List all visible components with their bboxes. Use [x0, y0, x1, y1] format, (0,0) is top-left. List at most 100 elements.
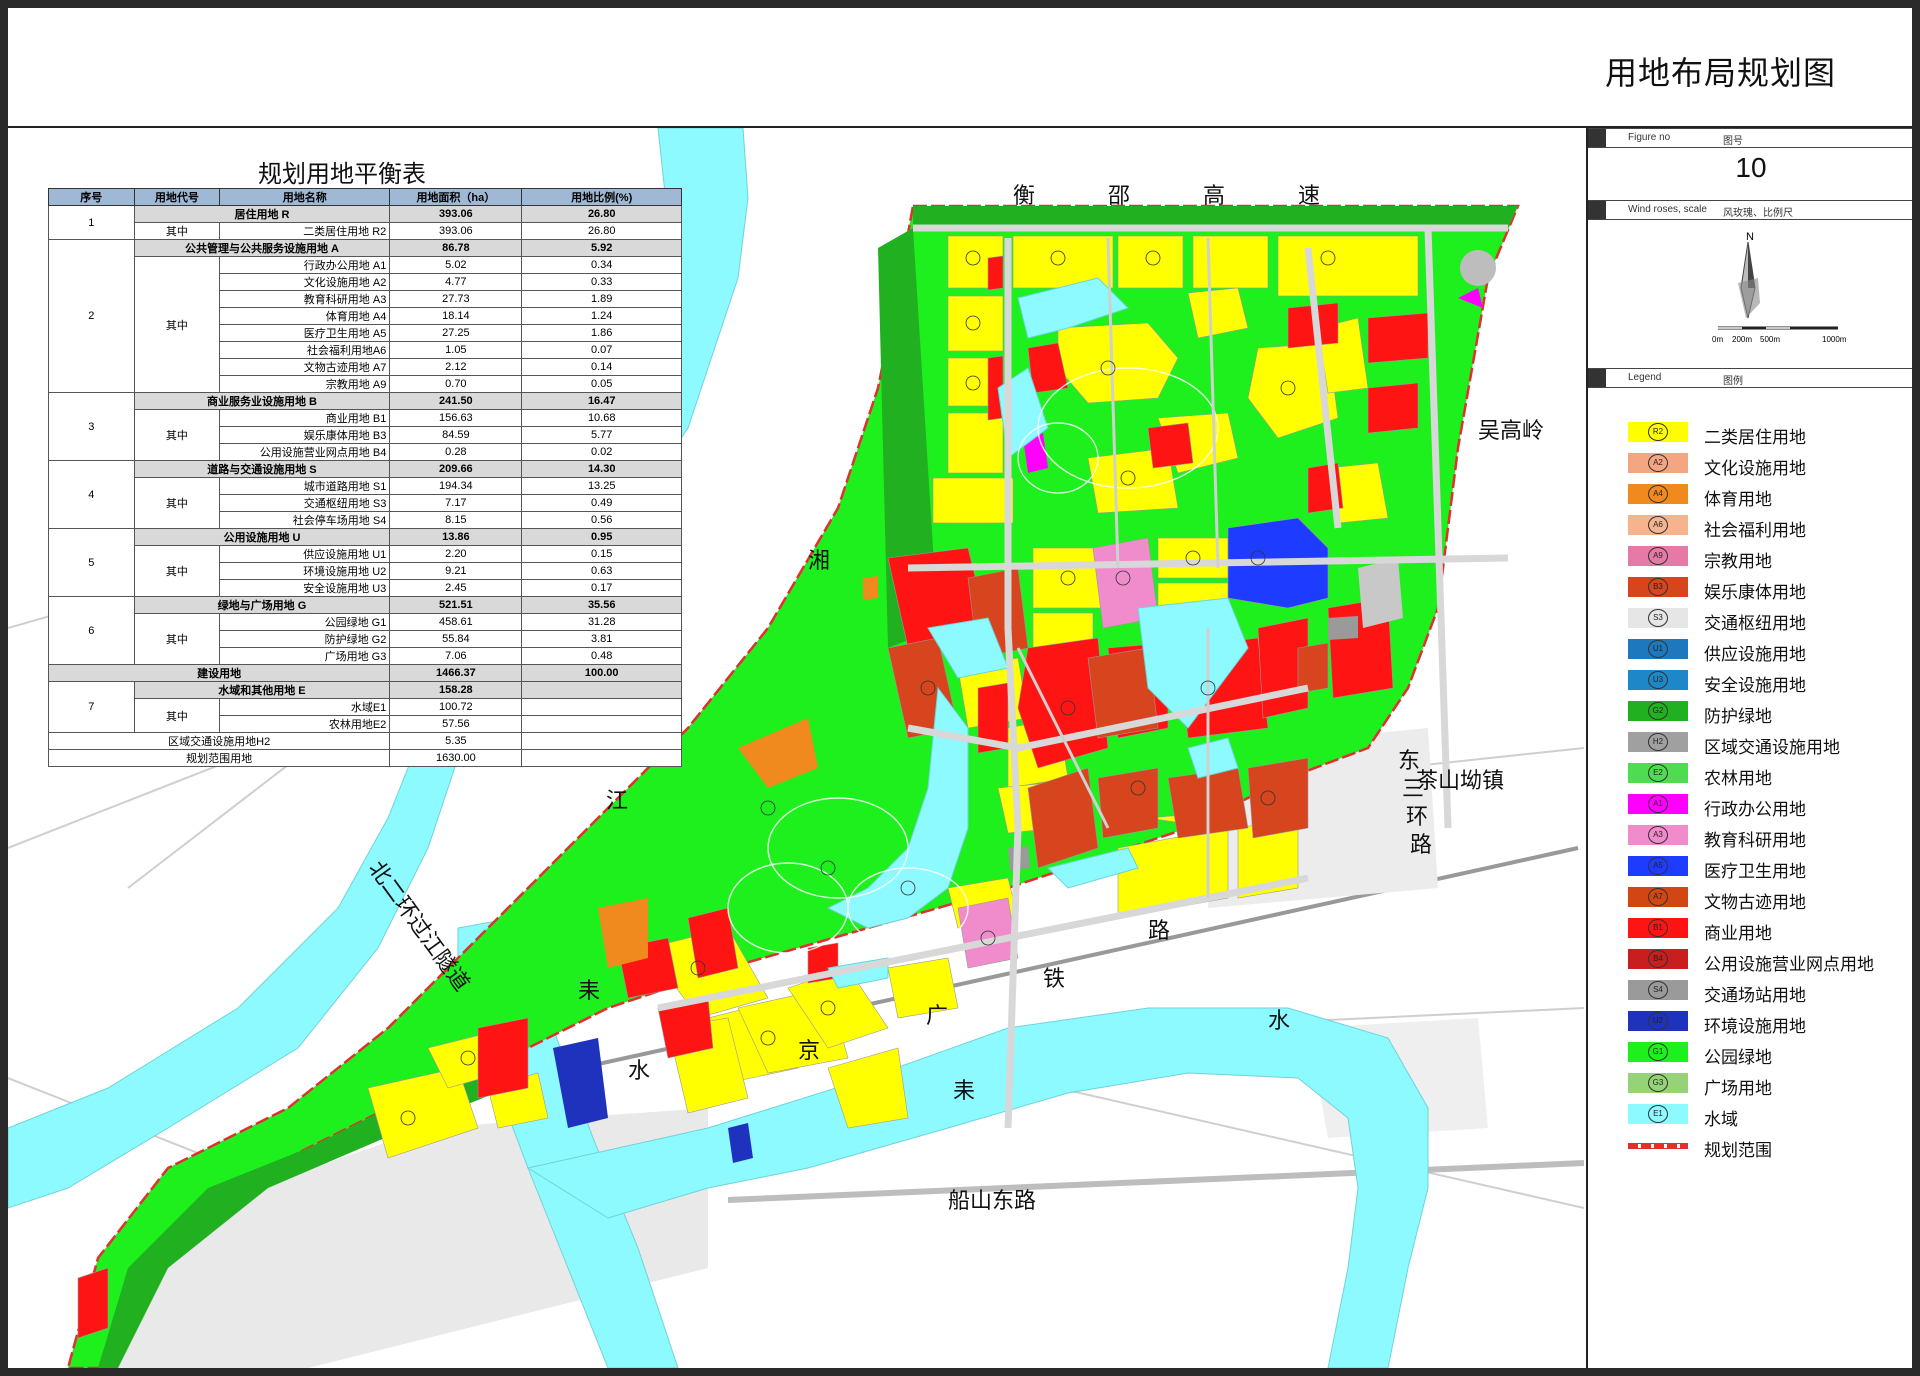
legend-label: 农林用地: [1704, 769, 1772, 788]
subcategory-name: 交通枢纽用地 S3: [219, 494, 391, 512]
wugaoling-label: 吴高岭: [1478, 418, 1544, 443]
area-value: 2.20: [389, 545, 523, 563]
legend-code: A9: [1648, 547, 1668, 565]
chuanshan-label: 船山东路: [948, 1188, 1036, 1213]
legend-code: A2: [1648, 454, 1668, 472]
title-bar: 用地布局规划图: [8, 8, 1912, 128]
legend-code: U1: [1648, 640, 1668, 658]
area-value: 27.25: [389, 324, 523, 342]
category-name: 公共管理与公共服务设施用地 A: [133, 239, 391, 257]
table-row: 其中 二类居住用地 R2 393.06 26.80: [49, 222, 682, 240]
area-value: 86.78: [389, 239, 523, 257]
subcategory-name: 水域E1: [219, 698, 391, 716]
legend-item: G2 防护绿地: [1628, 697, 1908, 728]
legend-code: A1: [1648, 795, 1668, 813]
legend-code: A4: [1648, 485, 1668, 503]
legend-item: E2 农林用地: [1628, 759, 1908, 790]
legend-label: 规划范围: [1704, 1141, 1772, 1160]
legend-item-boundary: 规划范围: [1628, 1131, 1908, 1162]
legend-label: 医疗卫生用地: [1704, 862, 1806, 881]
legend-swatch: R2: [1628, 422, 1688, 442]
subcategory-name: 行政办公用地 A1: [219, 256, 391, 274]
legend-code: S4: [1648, 981, 1668, 999]
group-label: 其中: [133, 698, 221, 733]
legend-swatch: B1: [1628, 918, 1688, 938]
legend-label: 行政办公用地: [1704, 800, 1806, 819]
area-value: 241.50: [389, 392, 523, 410]
legend-code: G3: [1648, 1074, 1668, 1092]
area-value: 2.12: [389, 358, 523, 376]
legend-swatch: B3: [1628, 577, 1688, 597]
legend-list: R2 二类居住用地 A2 文化设施用地 A4 体育用地 A6 社会福利用地 A9 宗教用地 B3 娱乐…: [1628, 418, 1908, 1162]
area-value: 1466.37: [389, 664, 523, 682]
legend-code: E1: [1648, 1105, 1668, 1123]
legend-swatch: U2: [1628, 1011, 1688, 1031]
table-row: 其中 商业用地 B1 156.63 10.68: [49, 409, 682, 461]
header-name: 用地名称: [219, 188, 391, 206]
legend-label: 区域交通设施用地: [1704, 738, 1840, 757]
ratio-value: 0.02: [521, 443, 682, 461]
ratio-value: [521, 715, 682, 733]
legend-label: 公用设施营业网点用地: [1704, 955, 1874, 974]
ratio-value: 1.24: [521, 307, 682, 325]
legend-label: 文化设施用地: [1704, 459, 1806, 478]
wind-rose-cn: 风玫瑰、比例尺: [1723, 208, 1793, 219]
area-value: 27.73: [389, 290, 523, 308]
legend-label: 体育用地: [1704, 490, 1772, 509]
header-code: 用地代号: [133, 188, 221, 206]
legend-item: S3 交通枢纽用地: [1628, 604, 1908, 635]
area-value: 57.56: [389, 715, 523, 733]
group-label: 其中: [133, 222, 221, 240]
ratio-value: 26.80: [521, 205, 682, 223]
ratio-value: 10.68: [521, 409, 682, 427]
railway-label-1: 路: [1148, 918, 1170, 943]
ratio-value: 0.33: [521, 273, 682, 291]
area-value: 209.66: [389, 460, 523, 478]
legend-item: S4 交通场站用地: [1628, 976, 1908, 1007]
ratio-value: [521, 732, 682, 750]
legend-item: A4 体育用地: [1628, 480, 1908, 511]
figure-no-cn: 图号: [1723, 136, 1743, 147]
legend-code: A5: [1648, 857, 1668, 875]
highway-label-4: 速: [1298, 183, 1320, 208]
legend-code: U2: [1648, 1012, 1668, 1030]
wind-rose-icon: N 0m 200m 500m 1000m: [1712, 231, 1847, 344]
subcategory-name: 环境设施用地 U2: [219, 562, 391, 580]
legend-label: 社会福利用地: [1704, 521, 1806, 540]
ratio-value: 0.63: [521, 562, 682, 580]
area-value: 100.72: [389, 698, 523, 716]
legend-swatch: A9: [1628, 546, 1688, 566]
legend-code: B3: [1648, 578, 1668, 596]
legend-label: 广场用地: [1704, 1079, 1772, 1098]
ratio-value: 31.28: [521, 613, 682, 631]
table-title: 规划用地平衡表: [258, 161, 426, 188]
legend-label: 安全设施用地: [1704, 676, 1806, 695]
info-panel: Figure no 图号 10 Wind roses, scale 风玫瑰、比例…: [1586, 128, 1912, 1368]
legend-label: 水域: [1704, 1110, 1738, 1129]
category-name: 商业服务业设施用地 B: [133, 392, 391, 410]
table-row: 1 居住用地 R 393.06 26.80: [48, 205, 682, 240]
ratio-value: 14.30: [521, 460, 682, 478]
legend-code: B4: [1648, 950, 1668, 968]
chashanao-label: 茶山坳镇: [1416, 768, 1504, 793]
subcategory-name: 社会停车场用地 S4: [219, 511, 391, 529]
legend-label: 娱乐康体用地: [1704, 583, 1806, 602]
north-label: N: [1746, 231, 1754, 243]
subcategory-name: 供应设施用地 U1: [219, 545, 391, 563]
legend-swatch: S3: [1628, 608, 1688, 628]
legend-swatch: U1: [1628, 639, 1688, 659]
area-value: 393.06: [389, 205, 523, 223]
group-label: 其中: [133, 409, 221, 461]
table-row: 区域交通设施用地H2 5.35: [47, 732, 682, 750]
map-sheet: 用地布局规划图 衡 邵 高 速 湘 江 耒 水 水 耒 吴高岭 茶山坳镇 东 三…: [8, 8, 1912, 1368]
figure-no-en: Figure no: [1628, 132, 1671, 143]
ratio-value: 35.56: [521, 596, 682, 614]
legend-swatch: A6: [1628, 515, 1688, 535]
subcategory-name: 安全设施用地 U3: [219, 579, 391, 597]
legend-label: 商业用地: [1704, 924, 1772, 943]
summary-name: 区域交通设施用地H2: [47, 732, 391, 750]
legend-item: G3 广场用地: [1628, 1069, 1908, 1100]
ratio-value: 5.77: [521, 426, 682, 444]
wind-rose-en: Wind roses, scale: [1628, 204, 1707, 215]
legend-code: S3: [1648, 609, 1668, 627]
